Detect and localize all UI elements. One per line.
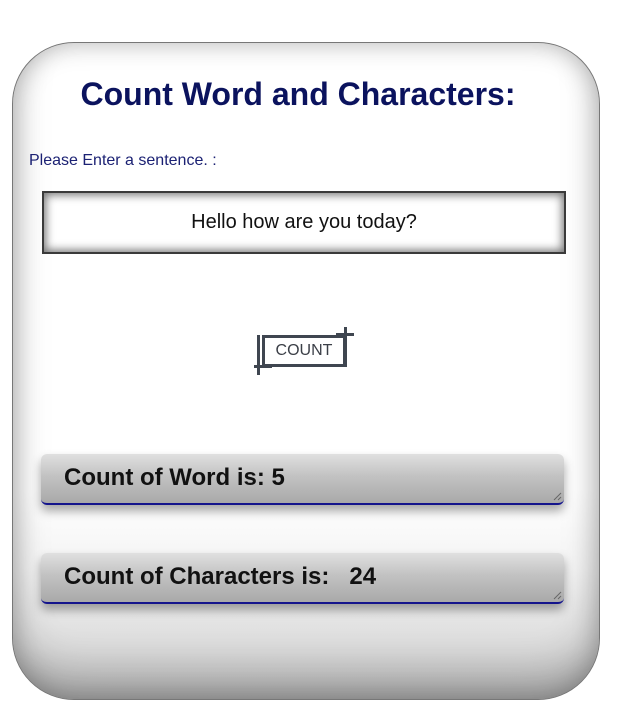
word-count-text: Count of Word is: 5 [64,454,285,502]
character-count-value: 24 [349,563,377,590]
word-count-value: 5 [271,464,285,491]
character-count-text: Count of Characters is: 24 [64,553,376,601]
count-button[interactable]: COUNT [254,327,354,375]
count-button-label: COUNT [275,342,333,359]
word-count-label: Count of Word is: [64,464,272,491]
character-count-output[interactable]: Count of Characters is: 24 [41,553,564,604]
resize-grip-icon[interactable] [552,590,562,600]
sentence-input[interactable] [42,191,566,254]
page-title: Count Word and Characters: [80,76,516,112]
resize-grip-icon[interactable] [552,491,562,501]
sentence-prompt-label: Please Enter a sentence. : [29,152,217,169]
counter-card: Count Word and Characters: Please Enter … [12,42,600,700]
count-button-corner-tick [257,335,260,375]
word-count-output[interactable]: Count of Word is: 5 [41,454,564,505]
character-count-label: Count of Characters is: [64,563,350,590]
